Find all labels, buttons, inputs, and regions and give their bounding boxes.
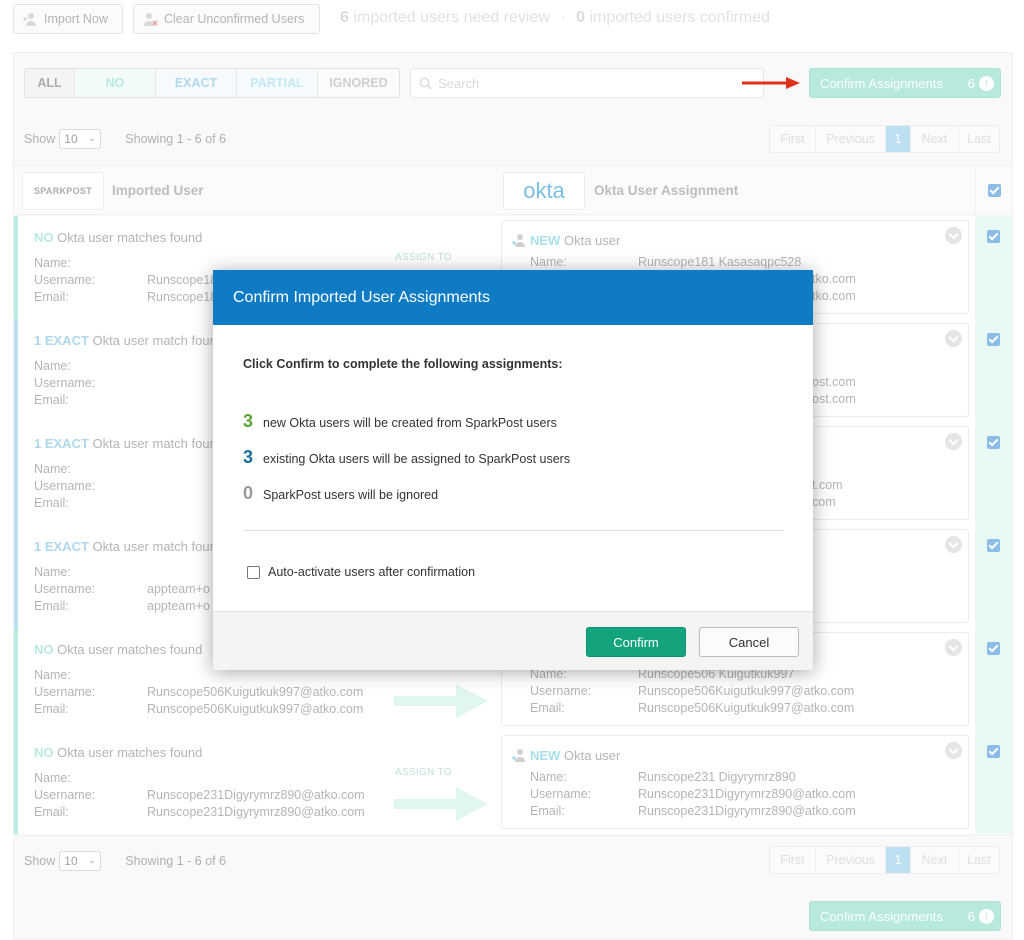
dialog-body: Click Confirm to complete the following … [213,325,813,610]
dialog-title: Confirm Imported User Assignments [213,270,813,325]
dialog-divider [243,530,783,531]
dialog-intro: Click Confirm to complete the following … [243,357,563,371]
summary-new-users: 3 new Okta users will be created from Sp… [243,411,557,432]
existing-users-text: existing Okta users will be assigned to … [263,452,571,466]
auto-activate-checkbox[interactable] [247,565,260,579]
ignored-users-count: 0 [243,483,254,503]
cancel-button[interactable]: Cancel [699,627,799,657]
red-arrow-annotation [742,77,800,89]
auto-activate-label: Auto-activate users after confirmation [268,565,476,579]
ignored-users-text: SparkPost users will be ignored [263,488,439,502]
summary-ignored-users: 0 SparkPost users will be ignored [243,483,438,504]
dialog-footer: Confirm Cancel [213,611,813,670]
summary-existing-users: 3 existing Okta users will be assigned t… [243,447,570,468]
new-users-count: 3 [243,411,254,431]
new-users-text: new Okta users will be created from Spar… [263,416,557,430]
confirm-button[interactable]: Confirm [586,627,686,657]
auto-activate-option[interactable]: Auto-activate users after confirmation [247,565,475,579]
confirm-assignments-dialog: Confirm Imported User Assignments Click … [213,270,813,670]
existing-users-count: 3 [243,447,254,467]
